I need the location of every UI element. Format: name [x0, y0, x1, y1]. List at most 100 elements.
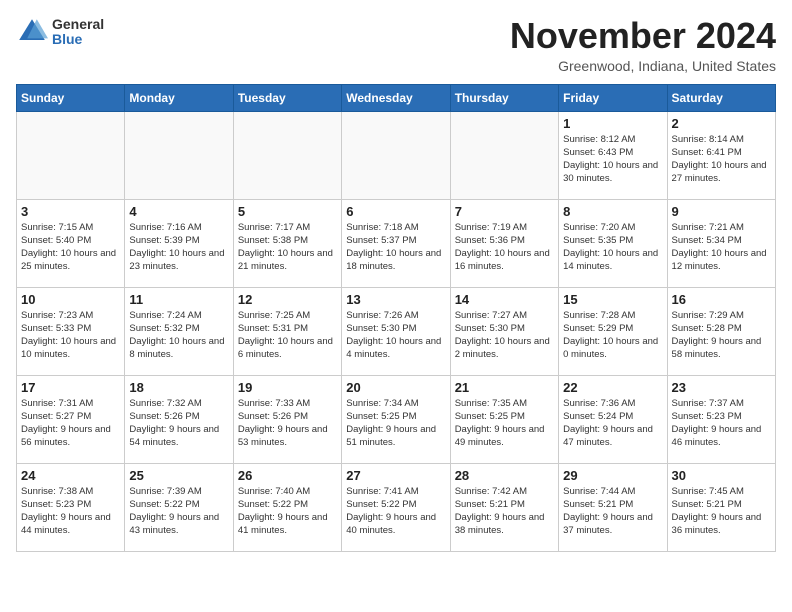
day-info: Sunrise: 7:26 AM Sunset: 5:30 PM Dayligh…: [346, 309, 445, 362]
calendar-day-cell: [17, 111, 125, 199]
logo-general-text: General: [52, 17, 104, 32]
day-info: Sunrise: 7:15 AM Sunset: 5:40 PM Dayligh…: [21, 221, 120, 274]
day-of-week-header: Saturday: [667, 84, 775, 111]
day-number: 12: [238, 292, 337, 307]
day-info: Sunrise: 7:25 AM Sunset: 5:31 PM Dayligh…: [238, 309, 337, 362]
day-number: 6: [346, 204, 445, 219]
day-number: 8: [563, 204, 662, 219]
day-info: Sunrise: 7:31 AM Sunset: 5:27 PM Dayligh…: [21, 397, 120, 450]
logo-text: General Blue: [52, 17, 104, 48]
day-of-week-header: Monday: [125, 84, 233, 111]
day-number: 9: [672, 204, 771, 219]
calendar-week-row: 17 Sunrise: 7:31 AM Sunset: 5:27 PM Dayli…: [17, 375, 776, 463]
day-info: Sunrise: 7:33 AM Sunset: 5:26 PM Dayligh…: [238, 397, 337, 450]
day-info: Sunrise: 7:28 AM Sunset: 5:29 PM Dayligh…: [563, 309, 662, 362]
calendar-day-cell: 2Sunrise: 8:14 AM Sunset: 6:41 PM Daylig…: [667, 111, 775, 199]
calendar-day-cell: 12 Sunrise: 7:25 AM Sunset: 5:31 PM Dayli…: [233, 287, 341, 375]
day-number: 20: [346, 380, 445, 395]
day-info: Sunrise: 7:16 AM Sunset: 5:39 PM Dayligh…: [129, 221, 228, 274]
day-info: Sunrise: 7:40 AM Sunset: 5:22 PM Dayligh…: [238, 485, 337, 538]
day-info: Sunrise: 7:34 AM Sunset: 5:25 PM Dayligh…: [346, 397, 445, 450]
calendar-header-row: SundayMondayTuesdayWednesdayThursdayFrid…: [17, 84, 776, 111]
day-info: Sunrise: 7:45 AM Sunset: 5:21 PM Dayligh…: [672, 485, 771, 538]
day-info: Sunrise: 7:39 AM Sunset: 5:22 PM Dayligh…: [129, 485, 228, 538]
calendar-week-row: 10 Sunrise: 7:23 AM Sunset: 5:33 PM Dayli…: [17, 287, 776, 375]
day-info: Sunrise: 7:21 AM Sunset: 5:34 PM Dayligh…: [672, 221, 771, 274]
day-number: 26: [238, 468, 337, 483]
calendar-day-cell: 6Sunrise: 7:18 AM Sunset: 5:37 PM Daylig…: [342, 199, 450, 287]
calendar-day-cell: 1 Sunrise: 8:12 AM Sunset: 6:43 PM Daylig…: [559, 111, 667, 199]
day-info: Sunrise: 7:41 AM Sunset: 5:22 PM Dayligh…: [346, 485, 445, 538]
calendar-day-cell: 30 Sunrise: 7:45 AM Sunset: 5:21 PM Dayli…: [667, 463, 775, 551]
day-info: Sunrise: 7:17 AM Sunset: 5:38 PM Dayligh…: [238, 221, 337, 274]
day-number: 29: [563, 468, 662, 483]
day-number: 13: [346, 292, 445, 307]
calendar-day-cell: 28Sunrise: 7:42 AM Sunset: 5:21 PM Dayli…: [450, 463, 558, 551]
day-number: 24: [21, 468, 120, 483]
day-info: Sunrise: 7:36 AM Sunset: 5:24 PM Dayligh…: [563, 397, 662, 450]
day-number: 3: [21, 204, 120, 219]
calendar-day-cell: 11 Sunrise: 7:24 AM Sunset: 5:32 PM Dayli…: [125, 287, 233, 375]
calendar-day-cell: 10 Sunrise: 7:23 AM Sunset: 5:33 PM Dayli…: [17, 287, 125, 375]
calendar-table: SundayMondayTuesdayWednesdayThursdayFrid…: [16, 84, 776, 552]
calendar-day-cell: 20 Sunrise: 7:34 AM Sunset: 5:25 PM Dayli…: [342, 375, 450, 463]
calendar-day-cell: 26 Sunrise: 7:40 AM Sunset: 5:22 PM Dayli…: [233, 463, 341, 551]
day-info: Sunrise: 7:20 AM Sunset: 5:35 PM Dayligh…: [563, 221, 662, 274]
day-info: Sunrise: 8:14 AM Sunset: 6:41 PM Dayligh…: [672, 133, 771, 186]
calendar-day-cell: 9 Sunrise: 7:21 AM Sunset: 5:34 PM Daylig…: [667, 199, 775, 287]
calendar-day-cell: 15 Sunrise: 7:28 AM Sunset: 5:29 PM Dayli…: [559, 287, 667, 375]
day-info: Sunrise: 7:35 AM Sunset: 5:25 PM Dayligh…: [455, 397, 554, 450]
day-number: 30: [672, 468, 771, 483]
day-number: 5: [238, 204, 337, 219]
logo-icon: [16, 16, 48, 48]
calendar-day-cell: 27Sunrise: 7:41 AM Sunset: 5:22 PM Dayli…: [342, 463, 450, 551]
day-of-week-header: Tuesday: [233, 84, 341, 111]
day-info: Sunrise: 7:24 AM Sunset: 5:32 PM Dayligh…: [129, 309, 228, 362]
calendar-day-cell: 22Sunrise: 7:36 AM Sunset: 5:24 PM Dayli…: [559, 375, 667, 463]
calendar-day-cell: 29 Sunrise: 7:44 AM Sunset: 5:21 PM Dayli…: [559, 463, 667, 551]
day-number: 1: [563, 116, 662, 131]
day-number: 14: [455, 292, 554, 307]
day-number: 7: [455, 204, 554, 219]
day-info: Sunrise: 7:19 AM Sunset: 5:36 PM Dayligh…: [455, 221, 554, 274]
calendar-day-cell: [233, 111, 341, 199]
calendar-week-row: 1 Sunrise: 8:12 AM Sunset: 6:43 PM Daylig…: [17, 111, 776, 199]
month-title: November 2024: [510, 16, 776, 56]
day-number: 17: [21, 380, 120, 395]
calendar-week-row: 3 Sunrise: 7:15 AM Sunset: 5:40 PM Daylig…: [17, 199, 776, 287]
day-of-week-header: Thursday: [450, 84, 558, 111]
calendar-day-cell: 14Sunrise: 7:27 AM Sunset: 5:30 PM Dayli…: [450, 287, 558, 375]
day-number: 18: [129, 380, 228, 395]
day-number: 19: [238, 380, 337, 395]
logo-blue-text: Blue: [52, 32, 104, 47]
calendar-week-row: 24 Sunrise: 7:38 AM Sunset: 5:23 PM Dayli…: [17, 463, 776, 551]
day-info: Sunrise: 7:37 AM Sunset: 5:23 PM Dayligh…: [672, 397, 771, 450]
day-of-week-header: Friday: [559, 84, 667, 111]
calendar-day-cell: 5 Sunrise: 7:17 AM Sunset: 5:38 PM Daylig…: [233, 199, 341, 287]
calendar-day-cell: 3 Sunrise: 7:15 AM Sunset: 5:40 PM Daylig…: [17, 199, 125, 287]
day-number: 15: [563, 292, 662, 307]
calendar-day-cell: 21Sunrise: 7:35 AM Sunset: 5:25 PM Dayli…: [450, 375, 558, 463]
day-number: 11: [129, 292, 228, 307]
calendar-day-cell: 4Sunrise: 7:16 AM Sunset: 5:39 PM Daylig…: [125, 199, 233, 287]
day-of-week-header: Sunday: [17, 84, 125, 111]
day-number: 28: [455, 468, 554, 483]
day-info: Sunrise: 7:23 AM Sunset: 5:33 PM Dayligh…: [21, 309, 120, 362]
day-info: Sunrise: 7:32 AM Sunset: 5:26 PM Dayligh…: [129, 397, 228, 450]
day-number: 10: [21, 292, 120, 307]
title-block: November 2024 Greenwood, Indiana, United…: [510, 16, 776, 74]
day-info: Sunrise: 7:29 AM Sunset: 5:28 PM Dayligh…: [672, 309, 771, 362]
calendar-day-cell: 16 Sunrise: 7:29 AM Sunset: 5:28 PM Dayli…: [667, 287, 775, 375]
day-number: 16: [672, 292, 771, 307]
day-info: Sunrise: 8:12 AM Sunset: 6:43 PM Dayligh…: [563, 133, 662, 186]
location-text: Greenwood, Indiana, United States: [510, 58, 776, 74]
calendar-day-cell: [125, 111, 233, 199]
calendar-day-cell: 19 Sunrise: 7:33 AM Sunset: 5:26 PM Dayli…: [233, 375, 341, 463]
day-info: Sunrise: 7:44 AM Sunset: 5:21 PM Dayligh…: [563, 485, 662, 538]
day-info: Sunrise: 7:38 AM Sunset: 5:23 PM Dayligh…: [21, 485, 120, 538]
calendar-day-cell: [450, 111, 558, 199]
day-number: 23: [672, 380, 771, 395]
logo: General Blue: [16, 16, 104, 48]
calendar-day-cell: 24 Sunrise: 7:38 AM Sunset: 5:23 PM Dayli…: [17, 463, 125, 551]
calendar-day-cell: 18 Sunrise: 7:32 AM Sunset: 5:26 PM Dayli…: [125, 375, 233, 463]
